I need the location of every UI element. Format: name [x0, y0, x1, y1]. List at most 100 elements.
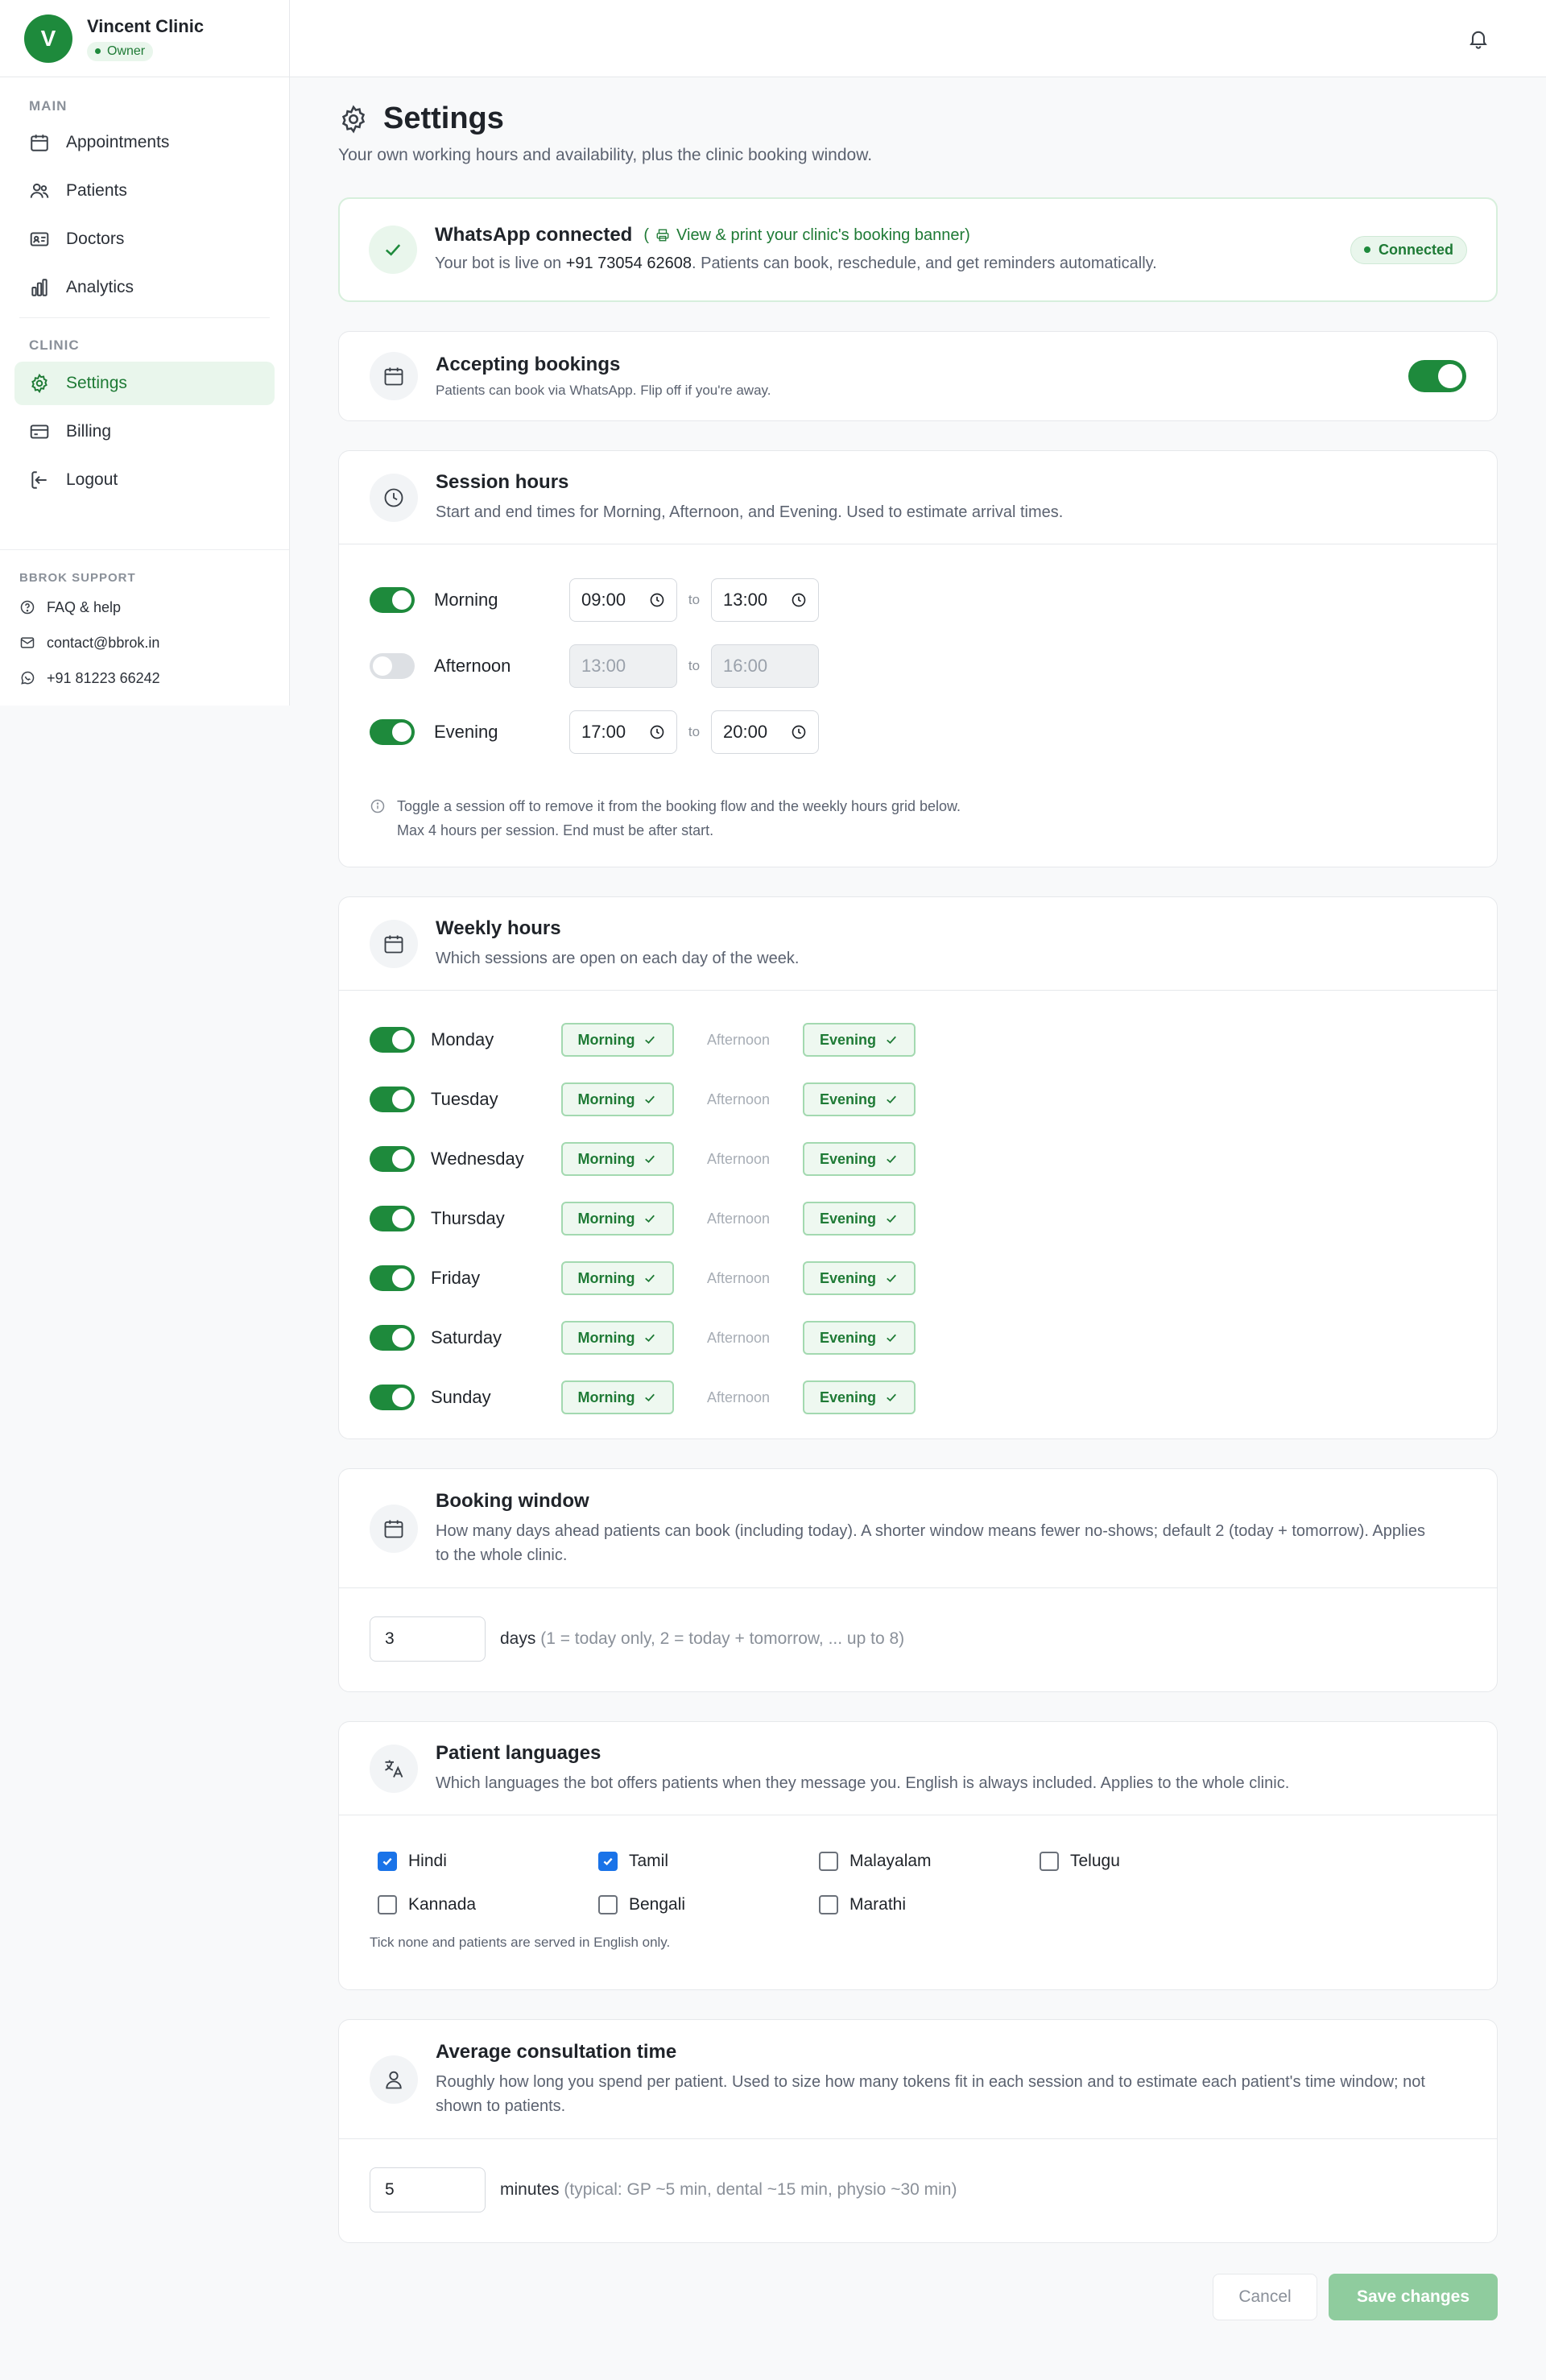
accepting-bookings-toggle[interactable] — [1408, 360, 1466, 392]
consultation-input[interactable]: 5 — [370, 2167, 486, 2212]
check-icon — [645, 1036, 655, 1045]
whatsapp-status-icon-wrap — [369, 226, 417, 274]
clock-icon — [650, 725, 664, 739]
info-icon — [370, 799, 385, 813]
weekly-hours-icon-wrap — [370, 919, 418, 968]
bell-icon[interactable] — [1467, 27, 1490, 50]
week-row-sunday: Sunday Morning Afternoon Evening — [339, 1368, 1497, 1427]
session-chip-morning[interactable]: Morning — [561, 1321, 674, 1355]
week-row-monday: Monday Morning Afternoon Evening — [339, 1010, 1497, 1070]
language-option-tamil[interactable]: Tamil — [598, 1840, 819, 1883]
clinic-header: V Vincent Clinic Owner — [0, 0, 289, 77]
sidebar-item-analytics[interactable]: Analytics — [14, 266, 275, 309]
printer-icon — [656, 229, 669, 242]
page-title: Settings — [383, 101, 504, 135]
day-label: Friday — [431, 1268, 481, 1288]
sidebar-item-patients[interactable]: Patients — [14, 169, 275, 213]
session-chip-afternoon[interactable]: Afternoon — [682, 1380, 795, 1414]
sidebar-item-settings[interactable]: Settings — [14, 362, 275, 405]
sidebar-item-billing[interactable]: Billing — [14, 410, 275, 453]
session-chip-evening[interactable]: Evening — [803, 1321, 916, 1355]
checkbox[interactable] — [378, 1895, 397, 1914]
session-chip-evening[interactable]: Evening — [803, 1082, 916, 1116]
day-toggle-thursday[interactable] — [370, 1206, 415, 1231]
sidebar-item-doctors[interactable]: Doctors — [14, 217, 275, 261]
support-whatsapp-link[interactable]: +91 81223 66242 — [0, 660, 289, 696]
checkbox[interactable] — [378, 1852, 397, 1871]
session-chip-evening[interactable]: Evening — [803, 1142, 916, 1176]
session-end-morning[interactable]: 13:00 — [711, 578, 819, 622]
session-chip-evening[interactable]: Evening — [803, 1261, 916, 1295]
checkbox[interactable] — [598, 1852, 618, 1871]
session-chip-morning[interactable]: Morning — [561, 1261, 674, 1295]
sidebar-item-appointments[interactable]: Appointments — [14, 121, 275, 164]
whatsapp-title: WhatsApp connected — [435, 224, 633, 246]
session-chip-afternoon[interactable]: Afternoon — [682, 1202, 795, 1236]
day-toggle-wednesday[interactable] — [370, 1146, 415, 1172]
language-option-malayalam[interactable]: Malayalam — [819, 1840, 1040, 1883]
session-chip-afternoon[interactable]: Afternoon — [682, 1142, 795, 1176]
save-button[interactable]: Save changes — [1329, 2274, 1498, 2320]
nav-section-clinic: CLINIC — [29, 337, 80, 353]
session-chip-morning[interactable]: Morning — [561, 1380, 674, 1414]
session-toggle-evening[interactable] — [370, 719, 415, 745]
session-toggle-afternoon[interactable] — [370, 653, 415, 679]
session-start-evening[interactable]: 17:00 — [569, 710, 677, 754]
checkbox[interactable] — [819, 1852, 838, 1871]
session-end-evening[interactable]: 20:00 — [711, 710, 819, 754]
session-start-afternoon: 13:00 — [569, 644, 677, 688]
session-hint: Toggle a session off to remove it from t… — [339, 765, 1497, 842]
clock-icon — [384, 488, 403, 507]
session-toggle-morning[interactable] — [370, 587, 415, 613]
cancel-button[interactable]: Cancel — [1213, 2274, 1317, 2320]
languages-icon-wrap — [370, 1744, 418, 1793]
booking-window-unit: days (1 = today only, 2 = today + tomorr… — [500, 1629, 905, 1648]
session-start-morning[interactable]: 09:00 — [569, 578, 677, 622]
weekly-grid: Monday Morning Afternoon Evening Tuesday Morn… — [339, 1010, 1497, 1427]
booking-window-input[interactable]: 3 — [370, 1616, 486, 1662]
session-chip-afternoon[interactable]: Afternoon — [682, 1082, 795, 1116]
sidebar-item-logout[interactable]: Logout — [14, 458, 275, 502]
patient-languages-title: Patient languages — [436, 1741, 601, 1764]
session-chip-afternoon[interactable]: Afternoon — [682, 1321, 795, 1355]
session-chip-evening[interactable]: Evening — [803, 1380, 916, 1414]
check-icon — [645, 1155, 655, 1164]
clock-icon — [792, 725, 806, 739]
check-icon — [887, 1334, 896, 1343]
session-chip-morning[interactable]: Morning — [561, 1142, 674, 1176]
booking-banner-link[interactable]: View & print your clinic's booking banne… — [676, 226, 970, 245]
language-label: Hindi — [408, 1852, 447, 1870]
day-toggle-sunday[interactable] — [370, 1385, 415, 1410]
id-card-icon — [30, 232, 49, 246]
language-option-telugu[interactable]: Telugu — [1040, 1840, 1260, 1883]
checkbox[interactable] — [1040, 1852, 1059, 1871]
language-option-kannada[interactable]: Kannada — [378, 1883, 598, 1927]
session-chip-afternoon[interactable]: Afternoon — [682, 1261, 795, 1295]
support-faq-link[interactable]: FAQ & help — [0, 590, 289, 625]
checkbox[interactable] — [598, 1895, 618, 1914]
status-badge: Connected — [1350, 235, 1467, 264]
day-toggle-friday[interactable] — [370, 1265, 415, 1291]
check-icon — [603, 1857, 613, 1865]
role-badge: Owner — [87, 41, 154, 61]
language-option-bengali[interactable]: Bengali — [598, 1883, 819, 1927]
session-chip-evening[interactable]: Evening — [803, 1023, 916, 1057]
checkbox[interactable] — [819, 1895, 838, 1914]
session-chip-morning[interactable]: Morning — [561, 1023, 674, 1057]
language-options: Hindi Tamil Malayalam Telugu Kannada Bengali M… — [339, 1815, 1497, 1927]
support-email-link[interactable]: contact@bbrok.in — [0, 625, 289, 660]
calendar-icon — [384, 935, 403, 953]
check-icon — [385, 244, 401, 256]
session-chip-afternoon[interactable]: Afternoon — [682, 1023, 795, 1057]
day-label: Monday — [431, 1029, 494, 1049]
language-option-hindi[interactable]: Hindi — [378, 1840, 598, 1883]
session-chip-evening[interactable]: Evening — [803, 1202, 916, 1236]
day-toggle-tuesday[interactable] — [370, 1087, 415, 1112]
day-toggle-monday[interactable] — [370, 1027, 415, 1053]
day-toggle-saturday[interactable] — [370, 1325, 415, 1351]
session-chip-morning[interactable]: Morning — [561, 1082, 674, 1116]
logout-icon — [31, 471, 47, 489]
session-chip-morning[interactable]: Morning — [561, 1202, 674, 1236]
language-option-marathi[interactable]: Marathi — [819, 1883, 1040, 1927]
language-label: Bengali — [629, 1895, 686, 1914]
